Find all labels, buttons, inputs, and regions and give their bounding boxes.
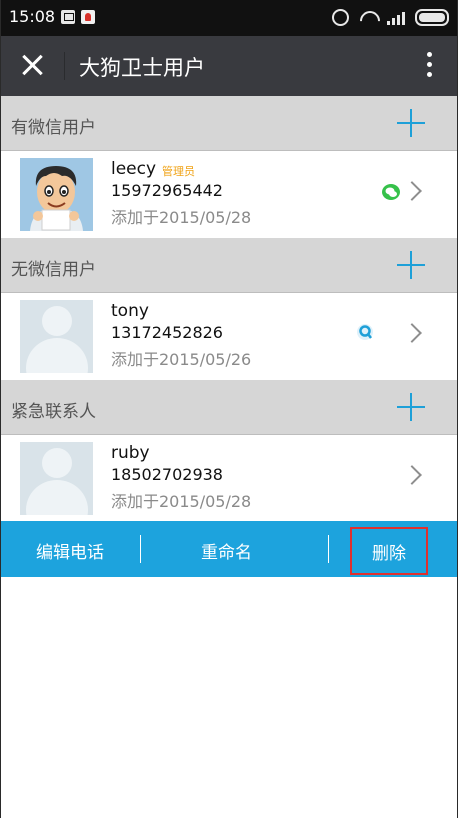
status-bar: 15:08 xyxy=(1,0,457,36)
contact-row-ruby[interactable]: ruby 18502702938 添加于2015/05/28 xyxy=(1,435,457,521)
page-title: 大狗卫士用户 xyxy=(79,56,205,80)
delete-button-label: 删除 xyxy=(372,544,406,564)
edit-phone-button[interactable]: 编辑电话 xyxy=(36,538,104,563)
add-non-wechat-user-icon[interactable] xyxy=(397,251,425,279)
message-notification-icon xyxy=(61,10,75,24)
cartoon-avatar-icon xyxy=(20,158,93,231)
title-divider xyxy=(64,52,65,80)
contact-row-leecy[interactable]: leecy 管理员 15972965442 添加于2015/05/28 xyxy=(1,151,457,237)
action-separator xyxy=(328,535,329,563)
section-header-non-wechat-users: 无微信用户 xyxy=(1,238,457,292)
title-bar: 大狗卫士用户 xyxy=(1,36,457,96)
chevron-right-icon xyxy=(402,323,422,343)
rename-button[interactable]: 重命名 xyxy=(201,538,252,563)
add-emergency-contact-icon[interactable] xyxy=(397,393,425,421)
avatar xyxy=(20,442,93,515)
contact-phone: 13172452826 xyxy=(111,323,223,342)
contact-phone: 18502702938 xyxy=(111,465,223,484)
contact-added-date: 添加于2015/05/28 xyxy=(111,492,252,511)
contact-added-date: 添加于2015/05/28 xyxy=(111,208,252,227)
signal-icon xyxy=(387,11,405,25)
contact-added-date: 添加于2015/05/26 xyxy=(111,350,252,369)
section-label: 紧急联系人 xyxy=(11,402,96,422)
contact-name: leecy xyxy=(111,159,157,179)
contact-action-bar: 编辑电话 重命名 删除 xyxy=(1,521,457,577)
admin-badge: 管理员 xyxy=(162,165,195,178)
contact-name: ruby xyxy=(111,443,150,463)
close-icon[interactable] xyxy=(21,54,43,76)
status-time: 15:08 xyxy=(9,7,56,26)
qq-icon xyxy=(357,324,373,340)
add-wechat-user-icon[interactable] xyxy=(397,109,425,137)
delete-button[interactable]: 删除 xyxy=(350,527,428,575)
section-label: 有微信用户 xyxy=(11,118,96,138)
contact-phone: 15972965442 xyxy=(111,181,223,200)
contact-row-tony[interactable]: tony 13172452826 添加于2015/05/26 xyxy=(1,293,457,379)
action-separator xyxy=(140,535,141,563)
app-notification-icon xyxy=(81,10,95,24)
battery-icon xyxy=(415,9,449,26)
section-header-wechat-users: 有微信用户 xyxy=(1,96,457,150)
wifi-icon xyxy=(359,11,377,25)
section-header-emergency-contacts: 紧急联系人 xyxy=(1,380,457,434)
avatar xyxy=(20,158,93,231)
section-label: 无微信用户 xyxy=(11,260,96,280)
contact-name: tony xyxy=(111,301,149,321)
avatar xyxy=(20,300,93,373)
more-menu-icon[interactable] xyxy=(427,52,433,80)
app-screen: 15:08 大狗卫士用户 有微信用户 leecy 管理员 15972965442… xyxy=(1,0,457,818)
wechat-icon xyxy=(382,184,400,200)
chevron-right-icon xyxy=(402,465,422,485)
alarm-icon xyxy=(332,9,349,26)
status-icons xyxy=(332,9,449,26)
chevron-right-icon xyxy=(402,181,422,201)
